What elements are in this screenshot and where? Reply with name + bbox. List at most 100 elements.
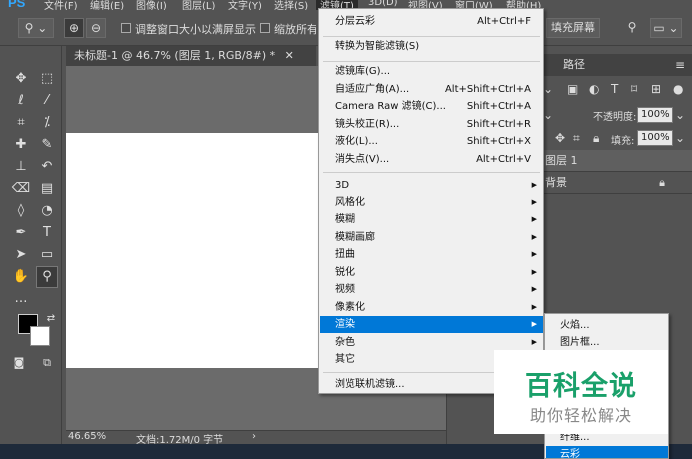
layer-row[interactable]: 背景 🔒︎ xyxy=(537,172,692,194)
menu-layer[interactable]: 图层(L) xyxy=(182,0,215,10)
hand-tool-icon[interactable]: ✋ xyxy=(10,266,32,288)
layer-row[interactable]: 图层 1 xyxy=(537,150,692,172)
swap-colors-icon[interactable]: ⇄ xyxy=(40,308,62,330)
fill-input[interactable]: 100% xyxy=(637,130,673,146)
filter-type-dropdown-icon[interactable]: ⌄ xyxy=(543,82,553,96)
menu-item-3d[interactable]: 3D ▶ xyxy=(320,177,543,194)
menu-item-filter-gallery[interactable]: 滤镜库(G)... xyxy=(320,63,543,80)
menu-item-label: 视频 xyxy=(335,284,355,295)
document-tab[interactable]: 未标题-1 @ 46.7% (图层 1, RGB/8#) * ✕ xyxy=(66,46,316,66)
canvas[interactable] xyxy=(66,133,318,368)
menu-item-label: 液化(L)... xyxy=(335,136,378,147)
zoom-tool-icon[interactable]: ⚲ xyxy=(36,266,58,288)
path-selection-icon[interactable]: ➤ xyxy=(10,244,32,266)
quick-mask-icon[interactable]: ◙ xyxy=(8,352,30,374)
menu-item-convert-smart-filter[interactable]: 转换为智能滤镜(S) xyxy=(320,38,543,55)
resize-windows-checkbox[interactable] xyxy=(121,23,131,33)
menu-item-lens-correction[interactable]: 镜头校正(R)... Shift+Ctrl+R xyxy=(320,116,543,133)
menu-edit[interactable]: 编辑(E) xyxy=(90,0,124,10)
menu-item-noise[interactable]: 杂色 ▶ xyxy=(320,334,543,351)
opacity-input[interactable]: 100% xyxy=(637,107,673,123)
layer-name: 背景 xyxy=(545,176,567,189)
zoom-in-button[interactable]: ⊕ xyxy=(64,18,84,38)
menu-separator xyxy=(323,172,540,173)
marquee-tool-icon[interactable]: ⬚ xyxy=(36,68,58,90)
menu-item-label: 自适应广角(A)... xyxy=(335,84,410,95)
submenu-arrow-icon: ▶ xyxy=(531,250,537,258)
menu-file[interactable]: 文件(F) xyxy=(44,0,78,10)
menu-item-render[interactable]: 渲染 ▶ xyxy=(320,316,543,333)
lock-position-icon[interactable]: ✥ xyxy=(555,131,565,145)
menu-image[interactable]: 图像(I) xyxy=(136,0,167,10)
submenu-item-picture-frame[interactable]: 图片框... xyxy=(546,334,668,351)
lasso-tool-icon[interactable]: ℓ xyxy=(10,90,32,112)
type-filter-icon[interactable]: T xyxy=(611,82,618,96)
status-arrow-icon[interactable]: › xyxy=(252,431,256,442)
submenu-arrow-icon: ▶ xyxy=(531,320,537,328)
healing-brush-icon[interactable]: ✚ xyxy=(10,134,32,156)
gradient-tool-icon[interactable]: ▤ xyxy=(36,178,58,200)
menu-item-camera-raw[interactable]: Camera Raw 滤镜(C)... Shift+Ctrl+A xyxy=(320,98,543,115)
zoom-out-button[interactable]: ⊖ xyxy=(86,18,106,38)
menu-item-shortcut: Shift+Ctrl+A xyxy=(466,101,531,112)
zoom-tool-preset[interactable]: ⚲ ⌄ xyxy=(18,18,54,38)
pen-tool-icon[interactable]: ✒ xyxy=(10,222,32,244)
menu-item-blur-gallery[interactable]: 模糊画廊 ▶ xyxy=(320,229,543,246)
menu-item-sharpen[interactable]: 锐化 ▶ xyxy=(320,264,543,281)
brush-tool-icon[interactable]: ✎ xyxy=(36,134,58,156)
menu-type[interactable]: 文字(Y) xyxy=(228,0,262,10)
tools-panel: ✥ ⬚ ℓ ⁄ ⌗ ⁒ ✚ ✎ ⊥ ↶ ⌫ ▤ ◊ ◔ ✒ T ➤ ▭ ✋ ⚲ … xyxy=(0,46,62,459)
submenu-arrow-icon: ▶ xyxy=(531,233,537,241)
screen-mode-icon[interactable]: ⧉ xyxy=(36,352,58,374)
adjustment-filter-icon[interactable]: ◐ xyxy=(589,82,599,96)
menu-item-video[interactable]: 视频 ▶ xyxy=(320,281,543,298)
resize-windows-label: 调整窗口大小以满屏显示 xyxy=(135,23,256,36)
eraser-tool-icon[interactable]: ⌫ xyxy=(10,178,32,200)
menu-item-label: 转换为智能滤镜(S) xyxy=(335,41,420,52)
dodge-tool-icon[interactable]: ◔ xyxy=(36,200,58,222)
menu-item-shortcut: Alt+Ctrl+F xyxy=(477,16,531,27)
more-tools-icon[interactable]: … xyxy=(10,288,32,310)
crop-tool-icon[interactable]: ⌗ xyxy=(10,112,32,134)
menu-item-clouds-difference[interactable]: 分层云彩 Alt+Ctrl+F xyxy=(320,13,543,30)
magic-wand-icon[interactable]: ⁄ xyxy=(36,90,58,112)
fill-label: 填充: xyxy=(611,136,635,147)
menu-item-pixelate[interactable]: 像素化 ▶ xyxy=(320,299,543,316)
menu-item-stylize[interactable]: 风格化 ▶ xyxy=(320,194,543,211)
type-tool-icon[interactable]: T xyxy=(36,222,58,244)
fill-screen-button[interactable]: 填充屏幕 xyxy=(546,18,600,38)
blur-tool-icon[interactable]: ◊ xyxy=(10,200,32,222)
search-button[interactable]: ⚲ xyxy=(620,18,644,38)
move-tool-icon[interactable]: ✥ xyxy=(10,68,32,90)
menu-item-adaptive-wide-angle[interactable]: 自适应广角(A)... Alt+Shift+Ctrl+A xyxy=(320,81,543,98)
menu-select[interactable]: 选择(S) xyxy=(274,0,308,10)
menu-item-vanishing-point[interactable]: 消失点(V)... Alt+Ctrl+V xyxy=(320,151,543,168)
submenu-item-flame[interactable]: 火焰... xyxy=(546,317,668,334)
fill-dropdown-icon[interactable]: ⌄ xyxy=(675,131,685,145)
menu-item-blur[interactable]: 模糊 ▶ xyxy=(320,211,543,228)
zoom-all-checkbox[interactable] xyxy=(260,23,270,33)
workspace-switcher[interactable]: ▭ ⌄ xyxy=(650,18,682,38)
filter-toggle-icon[interactable]: ● xyxy=(673,82,683,96)
menu-item-label: 像素化 xyxy=(335,302,365,313)
image-filter-icon[interactable]: ▣ xyxy=(567,82,578,96)
workspace-icon: ▭ ⌄ xyxy=(653,21,679,35)
lock-all-icon[interactable]: 🔒︎ xyxy=(593,131,599,146)
history-brush-icon[interactable]: ↶ xyxy=(36,156,58,178)
clone-stamp-icon[interactable]: ⊥ xyxy=(10,156,32,178)
lock-artboard-icon[interactable]: ⌗ xyxy=(573,131,580,146)
rectangle-tool-icon[interactable]: ▭ xyxy=(36,244,58,266)
menu-item-liquify[interactable]: 液化(L)... Shift+Ctrl+X xyxy=(320,133,543,150)
blend-mode-dropdown-icon[interactable]: ⌄ xyxy=(543,108,553,122)
shape-filter-icon[interactable]: ⌑ xyxy=(631,82,637,96)
panel-menu-icon[interactable]: ≡ xyxy=(675,58,685,72)
watermark: 百科全说 助你轻松解决 xyxy=(494,350,668,434)
menu-item-distort[interactable]: 扭曲 ▶ xyxy=(320,246,543,263)
tab-paths[interactable]: 路径 xyxy=(555,54,593,76)
menu-3d[interactable]: 3D(D) xyxy=(368,0,398,8)
submenu-item-clouds[interactable]: 云彩 xyxy=(546,446,668,458)
close-tab-icon[interactable]: ✕ xyxy=(285,49,294,62)
eyedropper-icon[interactable]: ⁒ xyxy=(36,112,58,134)
smart-object-filter-icon[interactable]: ⊞ xyxy=(651,82,661,96)
opacity-dropdown-icon[interactable]: ⌄ xyxy=(675,108,685,122)
